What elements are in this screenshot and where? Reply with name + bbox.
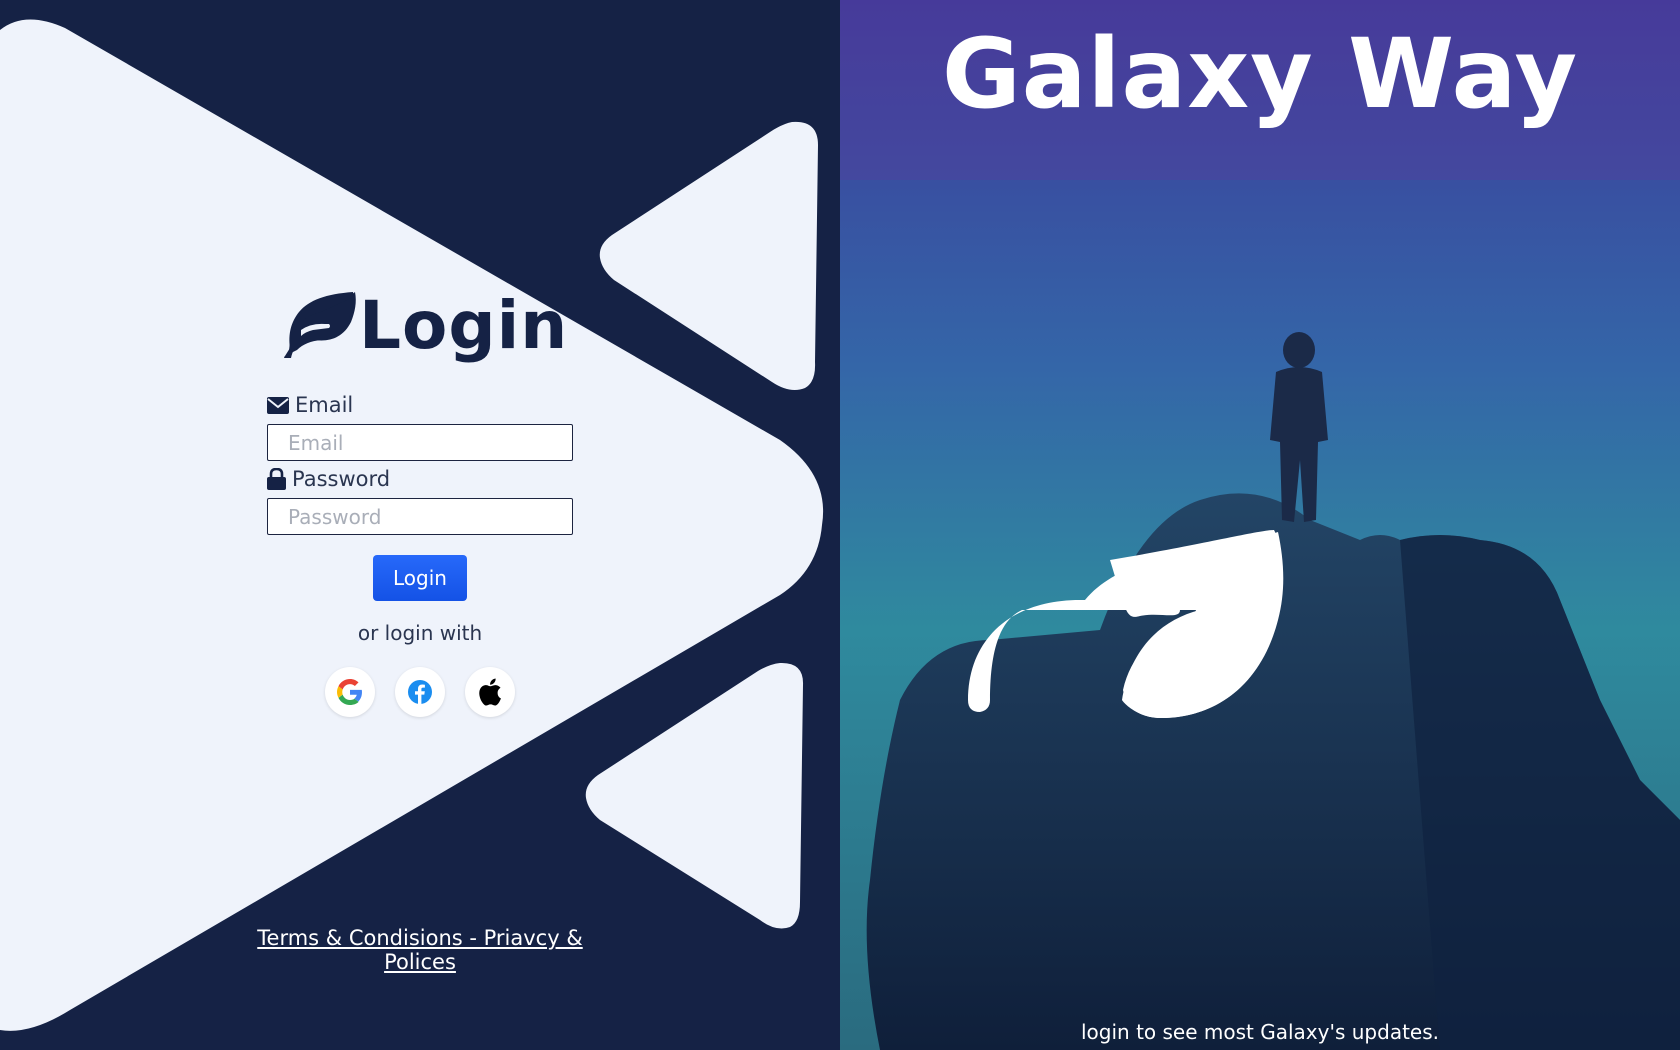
hero-panel: Galaxy Way login to see most Galaxy's up… (840, 0, 1680, 1050)
email-label: Email (267, 393, 353, 417)
facebook-login-button[interactable] (395, 667, 445, 717)
login-panel: Login Email Password Login or login wit (0, 0, 840, 1050)
page-title: Login (359, 287, 569, 364)
hero-background-image (840, 0, 1680, 1050)
password-label: Password (267, 467, 390, 491)
login-heading: Login (281, 287, 569, 364)
google-login-button[interactable] (325, 667, 375, 717)
login-button[interactable]: Login (373, 555, 467, 601)
alt-login-text: or login with (357, 621, 483, 645)
hero-tagline: login to see most Galaxy's updates. (1081, 1020, 1439, 1044)
password-label-text: Password (292, 467, 391, 491)
lock-icon (267, 468, 286, 490)
password-input[interactable] (267, 498, 573, 535)
apple-login-button[interactable] (465, 667, 515, 717)
login-form: Login Email Password Login or login wit (0, 0, 840, 1050)
login-page: Login Email Password Login or login wit (0, 0, 1680, 1050)
leaf-logo-icon (284, 292, 356, 358)
email-label-text: Email (295, 393, 354, 417)
facebook-icon (408, 680, 432, 704)
hero-title: Galaxy Way (941, 18, 1579, 130)
apple-icon (479, 678, 501, 706)
email-input[interactable] (267, 424, 573, 461)
envelope-icon (267, 396, 289, 414)
google-icon (337, 679, 362, 705)
terms-privacy-link[interactable]: Terms & Condisions - Priavcy & Polices (220, 926, 620, 974)
